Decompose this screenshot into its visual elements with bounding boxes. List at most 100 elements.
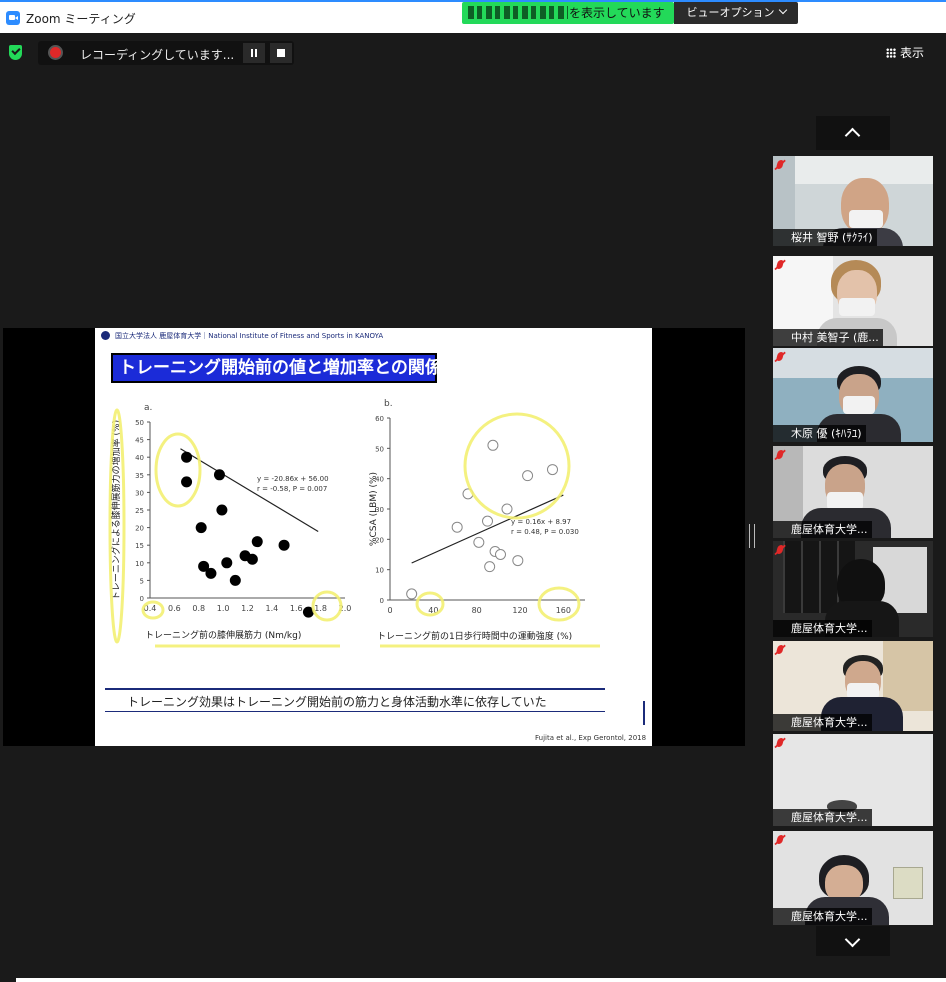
chevron-down-icon (778, 5, 787, 15)
participant-name: 鹿屋体育大学... (773, 809, 872, 826)
data-point (195, 522, 207, 534)
data-point (512, 555, 524, 567)
participant-name: 鹿屋体育大学... (773, 908, 872, 925)
data-point (501, 503, 513, 515)
grid-view-icon (886, 48, 896, 58)
share-status-text: を表示しています (569, 6, 665, 20)
y-tick-label: 40 (135, 454, 144, 462)
y-tick-label: 5 (140, 577, 144, 585)
y-tick-label: 0 (140, 595, 144, 603)
x-axis-label: トレーニング前の膝伸展筋力 (Nm/kg) (145, 629, 301, 641)
y-tick-label: 35 (135, 472, 144, 480)
data-point (473, 536, 485, 548)
x-tick-label: 120 (512, 606, 527, 615)
participant-name: 中村 美智子 (鹿... (773, 329, 883, 346)
regression-annotation: r = 0.48, P = 0.030 (511, 528, 579, 536)
data-point (221, 557, 233, 569)
zoom-app-icon (6, 11, 20, 25)
participant-name: 鹿屋体育大学... (773, 521, 872, 538)
scroll-up-button[interactable] (816, 116, 890, 150)
slide-citation: Fujita et al., Exp Gerontol, 2018 (535, 734, 647, 742)
x-tick-label: 1.8 (314, 604, 327, 613)
muted-mic-icon (775, 645, 785, 654)
window-title: Zoom ミーティング (26, 12, 136, 26)
data-point (547, 464, 558, 476)
scroll-down-button[interactable] (816, 926, 890, 956)
data-point (251, 536, 263, 548)
data-point (216, 504, 228, 516)
y-tick-label: 50 (375, 445, 384, 453)
panel-label: a. (144, 403, 152, 413)
regression-annotation: y = -20.86x + 56.00 (257, 475, 329, 483)
data-point (484, 561, 496, 573)
recording-status: レコーディングしています... (80, 48, 235, 62)
annotation-highlight-mark (537, 586, 581, 622)
presentation-slide: 国立大学法人 鹿屋体育大学｜National Institute of Fitn… (95, 328, 652, 746)
view-options-button[interactable]: ビューオプション (674, 2, 798, 24)
muted-mic-icon (775, 835, 785, 844)
y-tick-label: 20 (135, 525, 144, 533)
participant-tile-8[interactable]: 鹿屋体育大学... (773, 831, 933, 925)
y-tick-label: 15 (135, 542, 144, 550)
y-tick-label: 45 (135, 437, 144, 445)
x-tick-label: 160 (556, 606, 571, 615)
data-point (229, 574, 241, 586)
participant-name: 鹿屋体育大学... (773, 620, 872, 637)
data-point (451, 521, 463, 533)
participant-name: 木原 優 (ｷﾊﾗﾕ) (773, 425, 866, 442)
x-tick-label: 1.2 (241, 604, 254, 613)
view-button[interactable]: 表示 (886, 42, 944, 64)
participant-tile-1[interactable]: 桜井 智野 (ｻｸﾗｲ) (773, 156, 933, 246)
chevron-down-icon (844, 931, 861, 948)
participant-tile-6[interactable]: 鹿屋体育大学... (773, 641, 933, 731)
participant-tile-5[interactable]: 鹿屋体育大学... (773, 541, 933, 637)
x-tick-label: 1.0 (217, 604, 230, 613)
participant-tile-3[interactable]: 木原 優 (ｷﾊﾗﾕ) (773, 348, 933, 442)
view-button-label: 表示 (900, 46, 925, 60)
participant-tile-7[interactable]: 鹿屋体育大学... (773, 734, 933, 826)
data-point (487, 439, 499, 451)
panel-splitter-handle[interactable] (749, 524, 755, 548)
recording-dot-icon (50, 47, 61, 58)
bottom-edge (16, 978, 946, 982)
x-tick-label: 1.6 (290, 604, 303, 613)
data-point (246, 553, 258, 565)
encryption-shield-icon[interactable] (9, 45, 22, 60)
caption-border (643, 701, 645, 725)
data-point (181, 476, 193, 488)
data-point (522, 470, 534, 482)
panel-label: b. (384, 399, 393, 409)
x-tick-label: 80 (472, 606, 482, 615)
data-point (181, 451, 193, 463)
participant-name: 桜井 智野 (ｻｸﾗｲ) (773, 229, 877, 246)
view-options-label: ビューオプション (686, 6, 775, 19)
stop-recording-button[interactable] (270, 43, 292, 63)
data-point (205, 567, 217, 579)
charts-svg: a.0.4 0.6 0.8 1.0 1.2 1.4 1.6 1.8 2.005101520253… (108, 399, 600, 648)
chevron-up-icon (844, 127, 861, 144)
slide-caption: トレーニング効果はトレーニング開始前の筋力と身体活動水準に依存していた (105, 688, 605, 712)
y-tick-label: 10 (135, 560, 144, 568)
regression-annotation: r = -0.58, P = 0.007 (257, 485, 327, 493)
y-tick-label: 60 (375, 415, 384, 423)
participant-tile-4[interactable]: 鹿屋体育大学... (773, 446, 933, 538)
x-tick-label: 0.8 (192, 604, 205, 613)
data-point (482, 515, 493, 527)
data-point (213, 469, 225, 481)
pause-recording-button[interactable] (243, 43, 265, 63)
data-point (495, 549, 506, 560)
participant-tile-2[interactable]: 中村 美智子 (鹿... (773, 256, 933, 346)
x-tick-label: 0.6 (168, 604, 181, 613)
y-tick-label: 0 (380, 597, 384, 605)
data-point (278, 539, 290, 551)
x-tick-label: 0 (387, 606, 392, 615)
data-point (406, 588, 418, 600)
y-axis-label: %CSA (LBM) (%) (369, 472, 379, 546)
x-axis-label: トレーニング前の1日歩行時間中の運動強度 (%) (377, 630, 572, 642)
y-tick-label: 10 (375, 567, 384, 575)
y-tick-label: 25 (135, 507, 144, 515)
annotation-highlight-mark (154, 432, 202, 508)
muted-mic-icon (775, 738, 785, 747)
sharer-name-obscured (468, 6, 568, 19)
y-tick-label: 30 (135, 489, 144, 497)
